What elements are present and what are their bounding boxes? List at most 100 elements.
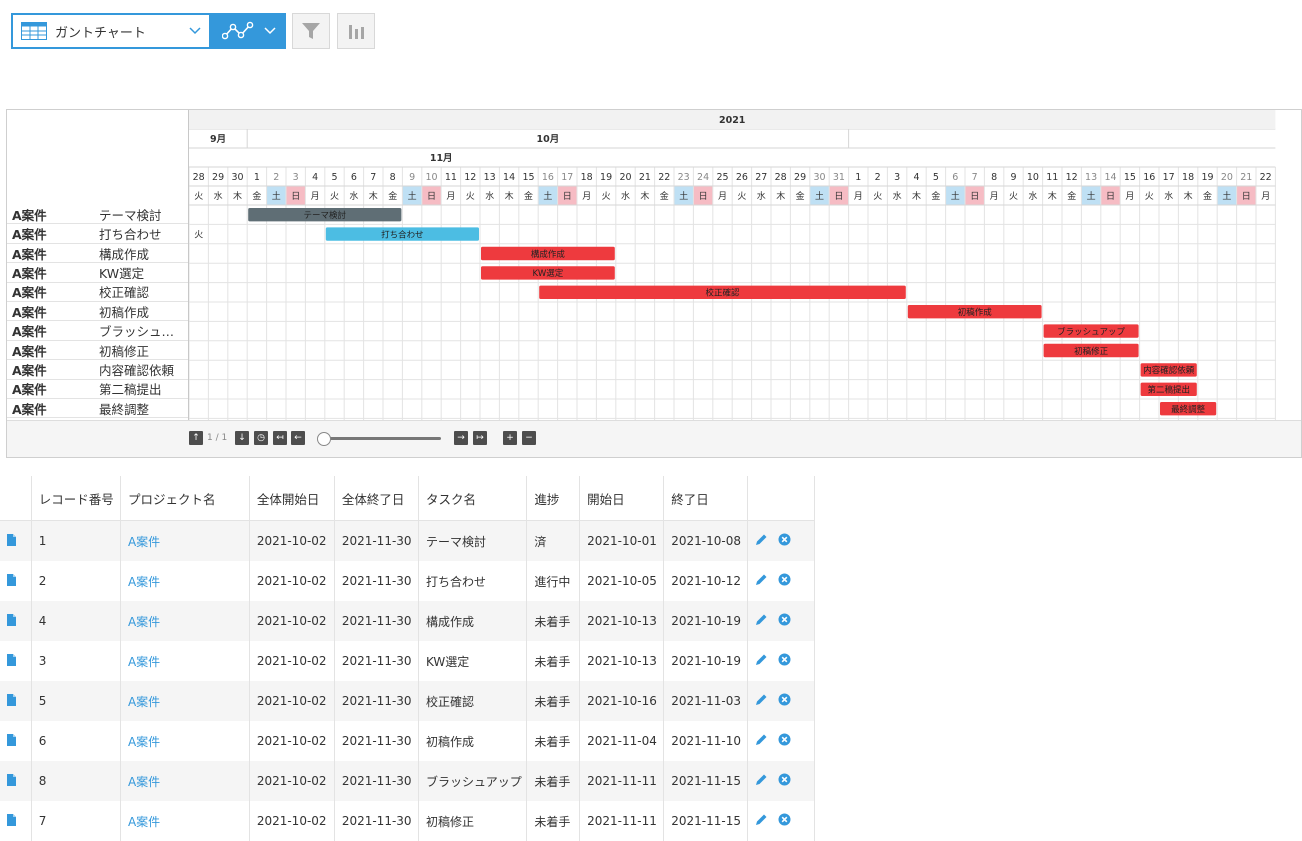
gantt-timeline: 20219月10月11月2829301234567891011121314151…	[189, 110, 1285, 420]
weekday-label: 木	[233, 190, 242, 202]
gantt-row-label: A案件テーマ検討	[7, 205, 188, 224]
edit-icon[interactable]	[755, 653, 768, 666]
gantt-bar-label: テーマ検討	[304, 210, 347, 221]
record-detail-icon[interactable]	[7, 534, 16, 546]
project-link[interactable]: A案件	[128, 615, 160, 629]
gend-cell: 2021-11-30	[334, 521, 418, 562]
edit-icon[interactable]	[755, 573, 768, 586]
chart-button[interactable]	[337, 13, 375, 49]
project-link[interactable]: A案件	[128, 815, 160, 829]
day-label: 17	[1163, 172, 1175, 183]
edit-icon[interactable]	[755, 533, 768, 546]
zoom-slider-track[interactable]	[325, 437, 441, 440]
edit-icon[interactable]	[755, 733, 768, 746]
record-detail-icon[interactable]	[7, 694, 16, 706]
start-cell: 2021-11-04	[580, 721, 664, 761]
weekday-label: 水	[1164, 190, 1173, 202]
detail-cell[interactable]	[0, 521, 31, 562]
weekday-label: 金	[252, 190, 261, 202]
column-header	[0, 476, 31, 521]
gantt-row-project: A案件	[7, 302, 99, 321]
scroll-down-button[interactable]: ↓	[235, 431, 249, 445]
zoom-slider-handle[interactable]	[317, 432, 331, 446]
record-detail-icon[interactable]	[7, 574, 16, 586]
weekday-label: 木	[1048, 190, 1057, 202]
day-label: 30	[813, 172, 825, 183]
scroll-up-button[interactable]: ↑	[189, 431, 203, 445]
bar-chart-icon	[347, 22, 365, 40]
today-button[interactable]: ◷	[254, 431, 268, 445]
day-label: 14	[1104, 172, 1116, 183]
delete-icon[interactable]	[778, 653, 791, 666]
record-detail-icon[interactable]	[7, 814, 16, 826]
record-detail-icon[interactable]	[7, 614, 16, 626]
project-link[interactable]: A案件	[128, 655, 160, 669]
weekday-label: 木	[369, 190, 378, 202]
detail-cell[interactable]	[0, 761, 31, 801]
graph-menu-button[interactable]	[211, 13, 286, 49]
day-label: 10	[425, 172, 437, 183]
gantt-bar-label: 内容確認依頼	[1143, 365, 1195, 376]
gstart-cell: 2021-10-02	[249, 601, 334, 641]
delete-icon[interactable]	[778, 733, 791, 746]
project-cell: A案件	[120, 561, 249, 601]
start-cell: 2021-10-01	[580, 521, 664, 562]
end-cell: 2021-10-19	[664, 601, 748, 641]
delete-icon[interactable]	[778, 573, 791, 586]
scroll-next-button[interactable]: →	[454, 431, 468, 445]
project-link[interactable]: A案件	[128, 575, 160, 589]
edit-icon[interactable]	[755, 813, 768, 826]
edit-icon[interactable]	[755, 693, 768, 706]
project-link[interactable]: A案件	[128, 535, 160, 549]
weekday-label: 日	[427, 191, 436, 202]
status-cell: 未着手	[527, 721, 580, 761]
actions-cell	[748, 681, 815, 721]
gantt-row-project: A案件	[7, 360, 99, 379]
record-detail-icon[interactable]	[7, 774, 16, 786]
detail-cell[interactable]	[0, 801, 31, 841]
day-label: 23	[678, 172, 690, 183]
day-label: 1	[254, 172, 260, 183]
table-icon	[21, 22, 47, 40]
detail-cell[interactable]	[0, 641, 31, 681]
gantt-row-project: A案件	[7, 380, 99, 399]
delete-icon[interactable]	[778, 693, 791, 706]
task-cell: 校正確認	[418, 681, 526, 721]
day-label: 8	[991, 172, 997, 183]
actions-cell	[748, 641, 815, 681]
record-detail-icon[interactable]	[7, 734, 16, 746]
delete-icon[interactable]	[778, 773, 791, 786]
no-cell: 1	[31, 521, 120, 562]
table-row: 7A案件2021-10-022021-11-30初稿修正未着手2021-11-1…	[0, 801, 815, 841]
zoom-in-button[interactable]: +	[503, 431, 517, 445]
status-cell: 進行中	[527, 561, 580, 601]
delete-icon[interactable]	[778, 813, 791, 826]
detail-cell[interactable]	[0, 601, 31, 641]
edit-icon[interactable]	[755, 613, 768, 626]
view-selector[interactable]: ガントチャート	[11, 13, 211, 49]
day-label: 9	[1010, 172, 1016, 183]
weekday-label: 木	[640, 190, 649, 202]
delete-icon[interactable]	[778, 613, 791, 626]
filter-button[interactable]	[292, 13, 330, 49]
day-label: 12	[464, 172, 476, 183]
day-label: 21	[639, 172, 651, 183]
record-detail-icon[interactable]	[7, 654, 16, 666]
scroll-prev-button[interactable]: ←	[291, 431, 305, 445]
zoom-out-button[interactable]: −	[522, 431, 536, 445]
detail-cell[interactable]	[0, 721, 31, 761]
project-link[interactable]: A案件	[128, 775, 160, 789]
detail-cell[interactable]	[0, 681, 31, 721]
detail-cell[interactable]	[0, 561, 31, 601]
gantt-row-label: A案件初稿作成	[7, 302, 188, 321]
day-label: 19	[600, 172, 612, 183]
day-label: 11	[1046, 172, 1058, 183]
project-link[interactable]: A案件	[128, 695, 160, 709]
edit-icon[interactable]	[755, 773, 768, 786]
delete-icon[interactable]	[778, 533, 791, 546]
project-link[interactable]: A案件	[128, 735, 160, 749]
day-label: 9	[409, 172, 415, 183]
scroll-last-button[interactable]: ↦	[473, 431, 487, 445]
no-cell: 4	[31, 601, 120, 641]
scroll-first-button[interactable]: ↤	[273, 431, 287, 445]
